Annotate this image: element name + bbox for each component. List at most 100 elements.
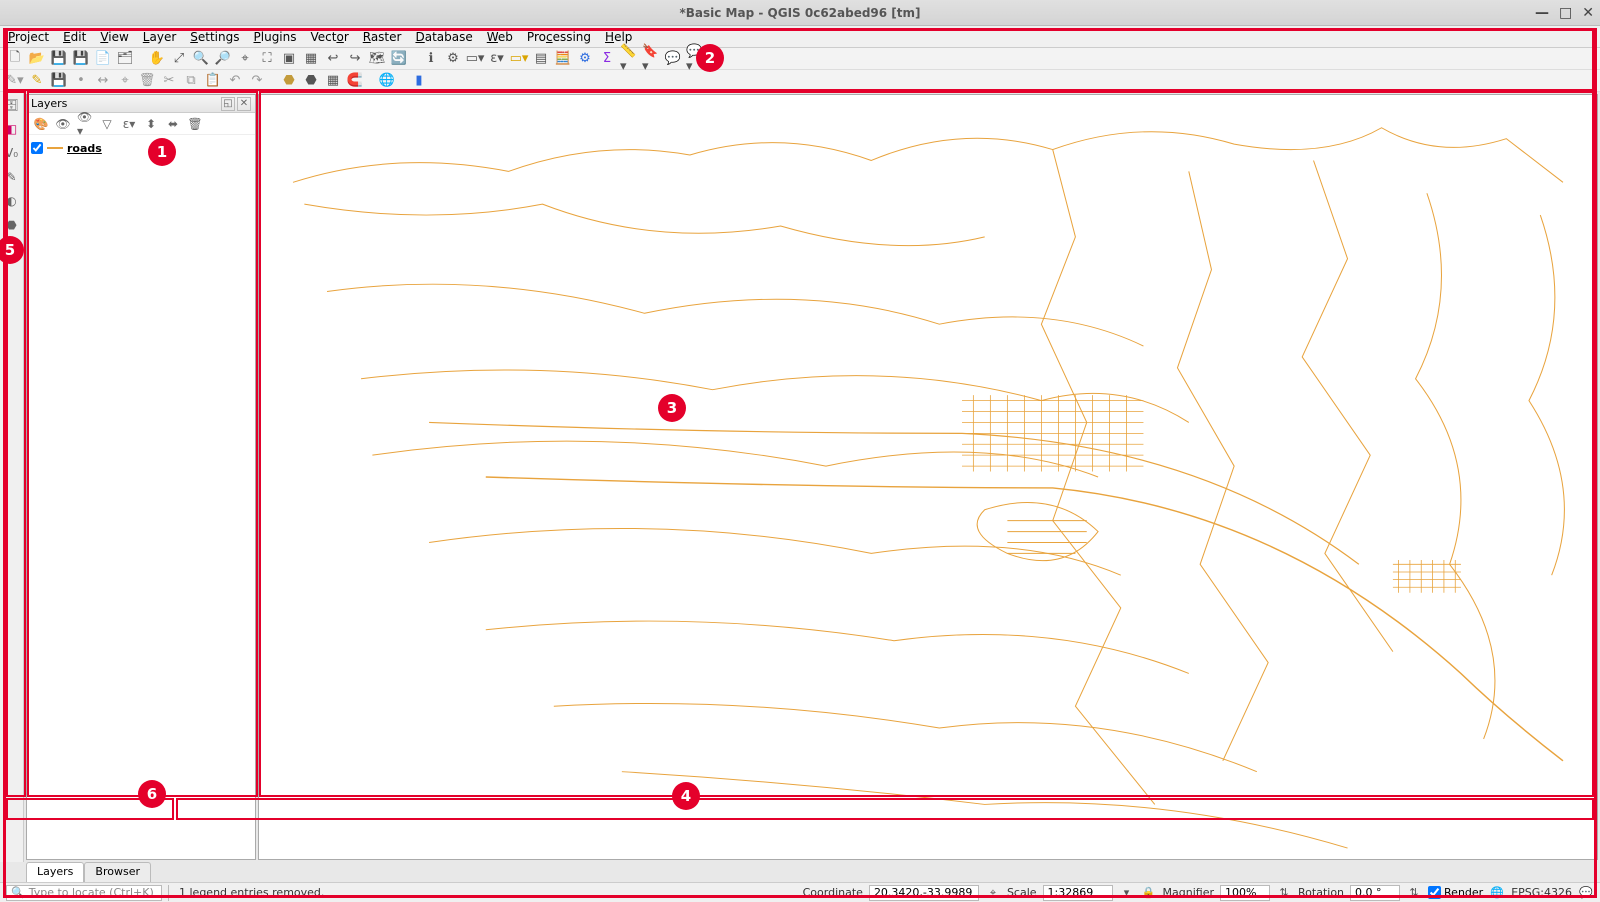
menu-database[interactable]: Database (415, 30, 472, 44)
filter-by-expr-icon[interactable]: ε▾ (121, 116, 137, 132)
messages-icon[interactable]: 💬 (1578, 885, 1594, 901)
new-spatialite-icon[interactable]: ✎ (3, 168, 21, 186)
new-memory-icon[interactable]: ⬣ (3, 216, 21, 234)
menu-help[interactable]: Help (605, 30, 632, 44)
new-project-icon[interactable]: 🗋 (6, 50, 24, 68)
menu-web[interactable]: Web (487, 30, 513, 44)
redo-icon[interactable]: ↷ (248, 72, 266, 90)
new-geopackage-icon[interactable]: ◧ (3, 120, 21, 138)
delete-icon[interactable]: 🗑 (138, 72, 156, 90)
select-expr-icon[interactable]: ε▾ (488, 50, 506, 68)
adv-digitize-icon[interactable]: ▦ (324, 72, 342, 90)
panel-undock-icon[interactable]: ◱ (221, 97, 235, 111)
save-project-icon[interactable]: 💾 (50, 50, 68, 68)
deselect-icon[interactable]: ▭▾ (510, 50, 528, 68)
zoom-in-icon[interactable]: 🔍 (192, 50, 210, 68)
scale-dropdown-icon[interactable]: ▾ (1119, 885, 1135, 901)
filter-legend-icon[interactable]: ▽ (99, 116, 115, 132)
toggle-edit-icon[interactable]: ✎ (28, 72, 46, 90)
locator-input[interactable]: 🔍 Type to locate (Ctrl+K) (6, 885, 162, 901)
move-feature-icon[interactable]: ↔ (94, 72, 112, 90)
new-virtual-icon[interactable]: ◐ (3, 192, 21, 210)
maximize-icon[interactable]: □ (1559, 5, 1572, 21)
extents-toggle-icon[interactable]: ⌖ (985, 885, 1001, 901)
undo-icon[interactable]: ↶ (226, 72, 244, 90)
bookmarks-icon[interactable]: 🔖▾ (642, 50, 660, 68)
add-feature-icon[interactable]: • (72, 72, 90, 90)
open-data-source-icon[interactable]: 🗄 (3, 96, 21, 114)
zoom-selection-icon[interactable]: ▣ (280, 50, 298, 68)
map-canvas[interactable] (258, 94, 1598, 860)
digitize2-icon[interactable]: ⬣ (302, 72, 320, 90)
coordinate-input[interactable]: 20.3420,-33.9989 (869, 885, 979, 901)
crs-label[interactable]: EPSG:4326 (1511, 886, 1572, 899)
edits-icon[interactable]: ✎▾ (6, 72, 24, 90)
select-icon[interactable]: ▭▾ (466, 50, 484, 68)
menu-raster[interactable]: Raster (363, 30, 402, 44)
expand-all-icon[interactable]: ⬍ (143, 116, 159, 132)
scale-input[interactable]: 1:32869 (1043, 885, 1113, 901)
cut-icon[interactable]: ✂ (160, 72, 178, 90)
save-edits-icon[interactable]: 💾 (50, 72, 68, 90)
menu-vector[interactable]: Vector (311, 30, 349, 44)
layer-checkbox-roads[interactable] (31, 142, 43, 154)
style-manager-icon[interactable]: 🎨 (33, 116, 49, 132)
tab-browser[interactable]: Browser (84, 862, 151, 882)
menu-layer[interactable]: Layer (143, 30, 176, 44)
layer-tree[interactable]: roads (27, 135, 255, 859)
layer-row-roads[interactable]: roads (31, 139, 251, 157)
menu-settings[interactable]: Settings (190, 30, 239, 44)
menu-plugins[interactable]: Plugins (254, 30, 297, 44)
actions-icon[interactable]: ⚙ (444, 50, 462, 68)
minimize-icon[interactable]: — (1535, 5, 1549, 21)
snap-icon[interactable]: 🧲 (346, 72, 364, 90)
layout-manager-icon[interactable]: 🗂 (116, 50, 134, 68)
paste-icon[interactable]: 📋 (204, 72, 222, 90)
pan-selection-icon[interactable]: ⤢ (170, 50, 188, 68)
save-as-icon[interactable]: 💾 (72, 50, 90, 68)
open-project-icon[interactable]: 📂 (28, 50, 46, 68)
zoom-native-icon[interactable]: ⌖ (236, 50, 254, 68)
collapse-all-icon[interactable]: ⬌ (165, 116, 181, 132)
print-layout-icon[interactable]: 📄 (94, 50, 112, 68)
menu-edit[interactable]: Edit (63, 30, 86, 44)
digitize-icon[interactable]: ⬣ (280, 72, 298, 90)
stats-icon[interactable]: Σ (598, 50, 616, 68)
magnifier-input[interactable]: 100% (1220, 885, 1270, 901)
new-map-view-icon[interactable]: 🗺 (368, 50, 386, 68)
copy-icon[interactable]: ⧉ (182, 72, 200, 90)
zoom-last-icon[interactable]: ↩ (324, 50, 342, 68)
zoom-full-icon[interactable]: ⛶ (258, 50, 276, 68)
remove-layer-icon[interactable]: 🗑 (187, 116, 203, 132)
render-checkbox[interactable] (1428, 886, 1441, 899)
zoom-out-icon[interactable]: 🔎 (214, 50, 232, 68)
field-calc-icon[interactable]: 🧮 (554, 50, 572, 68)
node-tool-icon[interactable]: ⌖ (116, 72, 134, 90)
toolbox-icon[interactable]: ⚙ (576, 50, 594, 68)
manage-visibility-icon[interactable]: 👁▾ (77, 116, 93, 132)
rotation-spinner-icon[interactable]: ⇅ (1406, 885, 1422, 901)
web-icon[interactable]: 🌐 (378, 72, 396, 90)
measure-icon[interactable]: 📏▾ (620, 50, 638, 68)
magnifier-spinner-icon[interactable]: ⇅ (1276, 885, 1292, 901)
attr-table-icon[interactable]: ▤ (532, 50, 550, 68)
add-group-icon[interactable]: 👁 (55, 116, 71, 132)
pan-icon[interactable]: ✋ (148, 50, 166, 68)
menu-processing[interactable]: Processing (527, 30, 591, 44)
new-shapefile-icon[interactable]: V₀ (3, 144, 21, 162)
lock-scale-icon[interactable]: 🔒 (1141, 885, 1157, 901)
panel-close-icon[interactable]: ✕ (237, 97, 251, 111)
refresh-icon[interactable]: 🔄 (390, 50, 408, 68)
menu-project[interactable]: Project (8, 30, 49, 44)
layer-name-roads[interactable]: roads (67, 142, 102, 155)
plugin-icon[interactable]: ▮ (410, 72, 428, 90)
menu-view[interactable]: View (100, 30, 128, 44)
annotation-icon[interactable]: 💬 (664, 50, 682, 68)
layers-panel-header[interactable]: Layers ◱ ✕ (27, 95, 255, 113)
rotation-input[interactable]: 0.0 ° (1350, 885, 1400, 901)
render-toggle[interactable]: Render (1428, 886, 1483, 899)
identify-icon[interactable]: ℹ (422, 50, 440, 68)
crs-icon[interactable]: 🌐 (1489, 885, 1505, 901)
tab-layers[interactable]: Layers (26, 862, 84, 882)
annotation2-icon[interactable]: 💬▾ (686, 50, 704, 68)
